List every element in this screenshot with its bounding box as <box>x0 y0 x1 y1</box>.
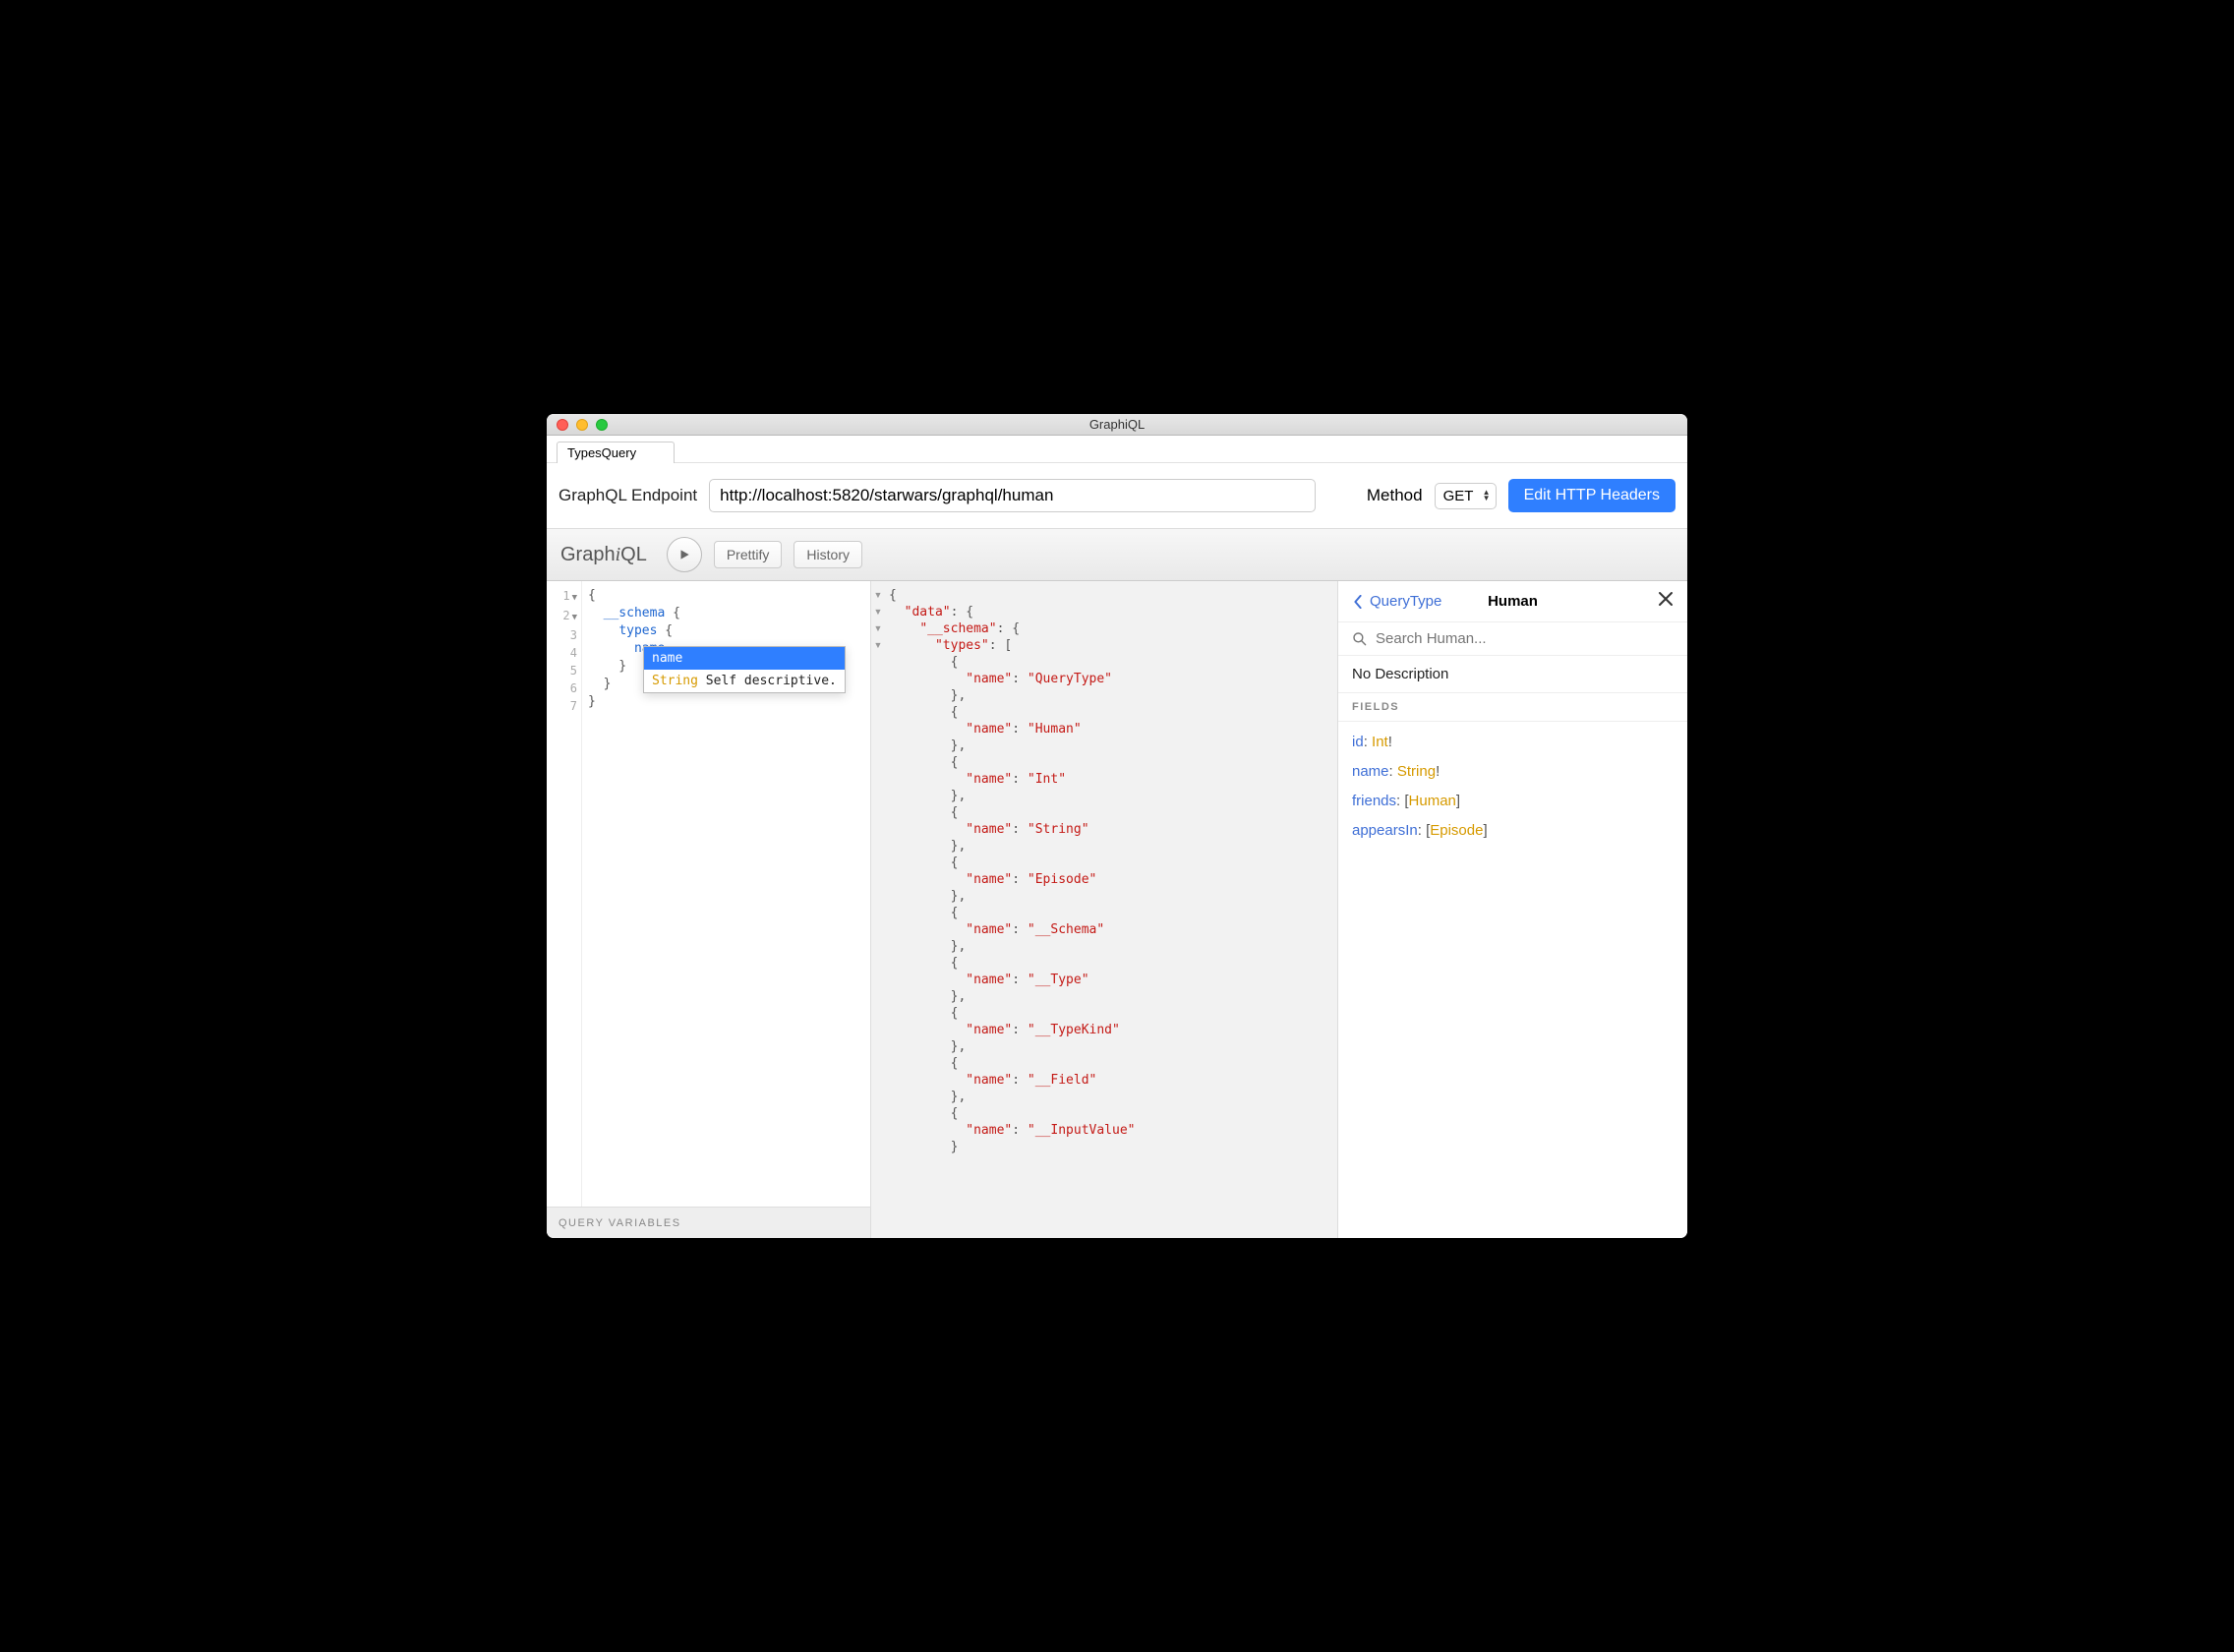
window-title: GraphiQL <box>547 417 1687 432</box>
query-editor-pane: 1▼ 2▼ 3 4 5 6 7 { __schema { types { nam… <box>547 581 871 1238</box>
docs-field-row[interactable]: name: String! <box>1352 757 1674 787</box>
app-window: GraphiQL TypesQuery GraphQL Endpoint Met… <box>547 414 1687 1238</box>
autocomplete-item-info: String Self descriptive. <box>644 670 845 692</box>
autocomplete-popup[interactable]: name String Self descriptive. <box>643 646 846 693</box>
autocomplete-item-selected[interactable]: name <box>644 647 845 670</box>
line-gutter: 1▼ 2▼ 3 4 5 6 7 <box>547 581 582 1207</box>
result-json[interactable]: { "data": { "__schema": { "types": [ { "… <box>885 581 1337 1238</box>
config-bar: TypesQuery GraphQL Endpoint Method GET ▲… <box>547 436 1687 529</box>
docs-field-list: id: Int!name: String!friends: [Human]app… <box>1338 722 1687 852</box>
graphiql-toolbar: GraphiQL Prettify History <box>547 529 1687 581</box>
history-button[interactable]: History <box>794 541 862 568</box>
tab-row: TypesQuery <box>547 436 1687 463</box>
docs-search-input[interactable] <box>1376 630 1674 647</box>
docs-section-fields: FIELDS <box>1338 693 1687 722</box>
docs-field-row[interactable]: friends: [Human] <box>1352 787 1674 816</box>
docs-back-button[interactable]: QueryType <box>1352 593 1441 610</box>
play-icon <box>677 548 691 561</box>
docs-field-row[interactable]: id: Int! <box>1352 728 1674 757</box>
method-select[interactable]: GET <box>1435 483 1497 509</box>
query-variables-bar[interactable]: Query Variables <box>547 1207 870 1238</box>
result-fold-gutter: ▼▼▼▼ <box>871 581 885 1238</box>
execute-button[interactable] <box>667 537 702 572</box>
content-area: 1▼ 2▼ 3 4 5 6 7 { __schema { types { nam… <box>547 581 1687 1238</box>
docs-field-row[interactable]: appearsIn: [Episode] <box>1352 816 1674 846</box>
prettify-button[interactable]: Prettify <box>714 541 783 568</box>
docs-search-row <box>1338 622 1687 656</box>
titlebar: GraphiQL <box>547 414 1687 436</box>
edit-http-headers-button[interactable]: Edit HTTP Headers <box>1508 479 1676 512</box>
method-label: Method <box>1367 486 1423 505</box>
docs-pane: QueryType Human No Description FIELDS id… <box>1337 581 1687 1238</box>
query-editor[interactable]: 1▼ 2▼ 3 4 5 6 7 { __schema { types { nam… <box>547 581 870 1207</box>
docs-description: No Description <box>1338 656 1687 693</box>
endpoint-input[interactable] <box>709 479 1316 512</box>
search-icon <box>1352 631 1368 647</box>
docs-header: QueryType Human <box>1338 581 1687 622</box>
graphiql-logo: GraphiQL <box>560 544 647 566</box>
tab-typesquery[interactable]: TypesQuery <box>557 442 675 463</box>
docs-close-button[interactable] <box>1658 591 1674 612</box>
chevron-left-icon <box>1352 595 1364 609</box>
endpoint-label: GraphQL Endpoint <box>558 486 697 505</box>
close-icon <box>1658 591 1674 607</box>
endpoint-row: GraphQL Endpoint Method GET ▲▼ Edit HTTP… <box>547 463 1687 528</box>
result-pane: ▼▼▼▼ { "data": { "__schema": { "types": … <box>871 581 1337 1238</box>
